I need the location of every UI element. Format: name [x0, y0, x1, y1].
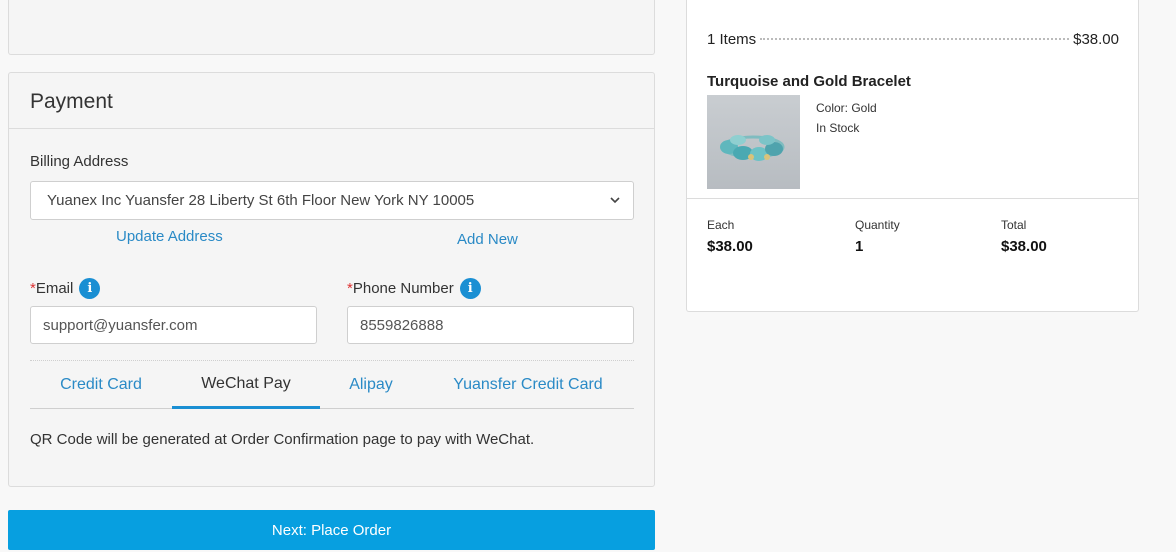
total-column: Total $38.00: [1001, 218, 1047, 255]
tab-wechat-pay[interactable]: WeChat Pay: [172, 361, 320, 409]
place-order-button[interactable]: Next: Place Order: [8, 510, 655, 550]
phone-label-text: Phone Number: [352, 280, 454, 297]
stock-status: In Stock: [816, 121, 860, 135]
each-label: Each: [707, 218, 735, 232]
info-icon[interactable]: i: [459, 278, 481, 299]
tab-yuansfer-credit-card[interactable]: Yuansfer Credit Card: [422, 361, 634, 409]
total-label: Total: [1001, 218, 1027, 232]
quantity-label: Quantity: [855, 218, 900, 232]
qr-code-note: QR Code will be generated at Order Confi…: [30, 431, 535, 448]
dot-leader: [760, 38, 1070, 40]
phone-field[interactable]: 8559826888: [347, 306, 634, 344]
items-total-row: 1 Items $38.00: [707, 31, 1119, 48]
each-price-column: Each $38.00: [707, 218, 753, 255]
payment-title: Payment: [9, 73, 654, 129]
add-new-address-link[interactable]: Add New: [457, 231, 518, 248]
billing-address-value: Yuanex Inc Yuansfer 28 Liberty St 6th Fl…: [47, 192, 475, 209]
email-label-text: Email: [35, 280, 74, 297]
billing-address-label: Billing Address: [30, 153, 129, 170]
product-color: Color: Gold: [816, 101, 877, 115]
payment-method-tabs: Credit Card WeChat Pay Alipay Yuansfer C…: [30, 361, 634, 409]
items-subtotal: $38.00: [1073, 31, 1119, 48]
quantity-column: Quantity 1: [855, 218, 900, 255]
divider: [687, 198, 1138, 199]
bracelet-illustration: [720, 135, 785, 161]
product-name: Turquoise and Gold Bracelet: [707, 73, 911, 90]
tab-credit-card[interactable]: Credit Card: [30, 361, 172, 409]
items-count: 1 Items: [707, 31, 757, 48]
info-icon[interactable]: i: [79, 278, 101, 299]
each-value: $38.00: [707, 238, 753, 255]
email-field[interactable]: support@yuansfer.com: [30, 306, 317, 344]
product-image[interactable]: [707, 95, 800, 189]
phone-label: * Phone Number i: [347, 278, 481, 299]
billing-address-select[interactable]: Yuanex Inc Yuansfer 28 Liberty St 6th Fl…: [30, 181, 634, 220]
quantity-value: 1: [855, 238, 864, 255]
previous-section-panel: [8, 0, 655, 55]
email-label: * Email i: [30, 278, 101, 299]
payment-panel: Payment Billing Address Yuanex Inc Yuans…: [8, 72, 655, 487]
tab-alipay[interactable]: Alipay: [320, 361, 422, 409]
chevron-down-icon: [610, 197, 620, 204]
order-summary-panel: 1 Items $38.00 Turquoise and Gold Bracel…: [686, 0, 1139, 312]
update-address-link[interactable]: Update Address: [116, 228, 223, 245]
total-value: $38.00: [1001, 238, 1047, 255]
